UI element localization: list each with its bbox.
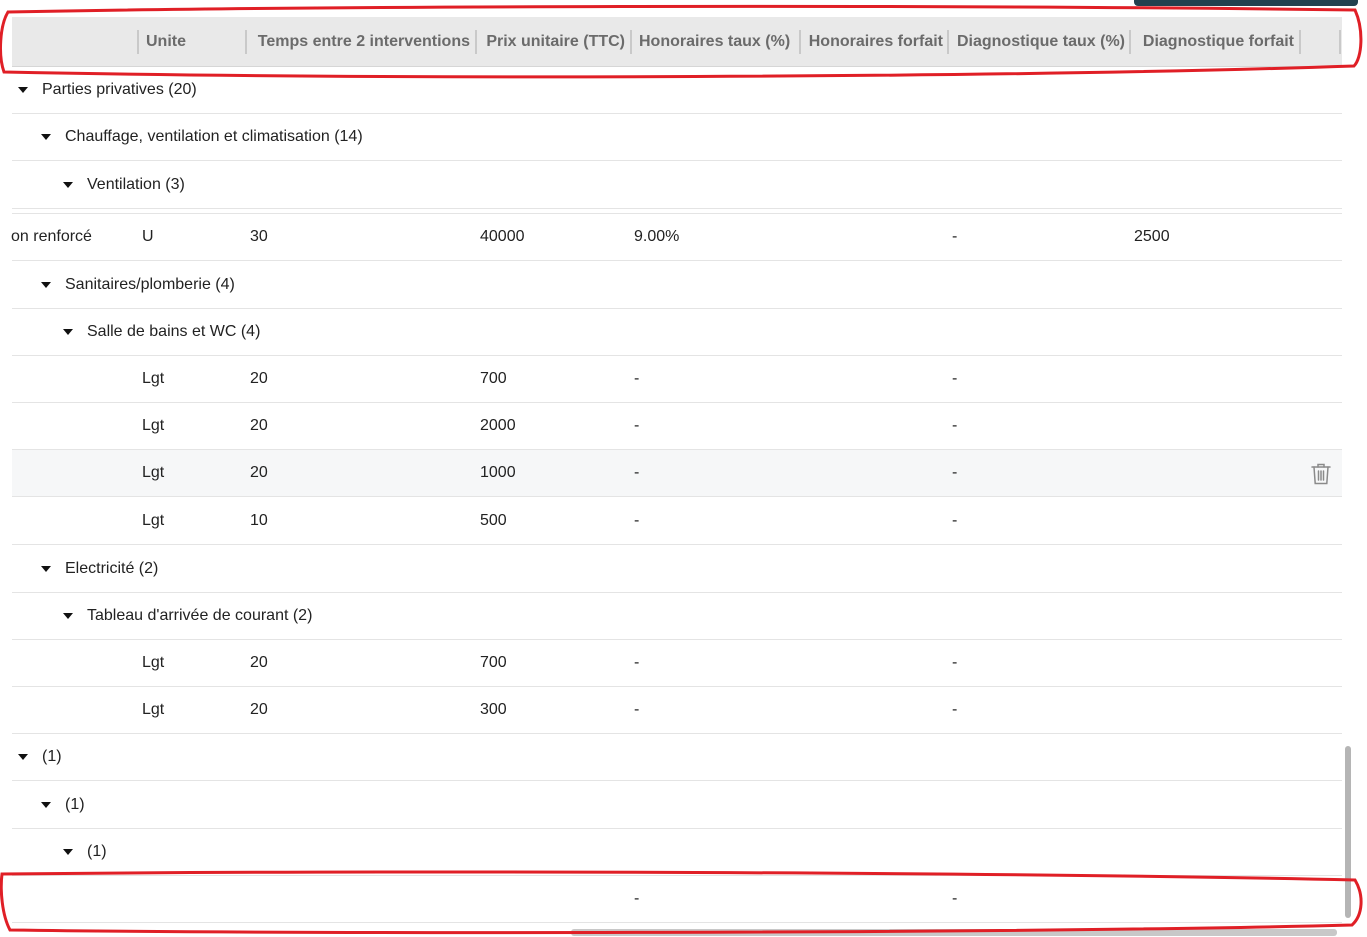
column-resizer[interactable] [137,30,139,54]
cell-unite: Lgt [142,701,165,718]
cell-diagnostique-taux: 2500 [1134,228,1170,245]
cell-honoraires-forfait: - [952,417,958,434]
cell-temps: 10 [250,511,268,529]
cell-prix: 700 [480,370,507,387]
caret-down-icon[interactable] [41,134,51,140]
group-row[interactable]: Sanitaires/plomberie (4) [12,261,1342,309]
header-honoraires-taux[interactable]: Honoraires taux (%) [639,17,799,66]
top-toolbar-edge [1134,0,1358,6]
vertical-scrollbar[interactable] [1345,746,1351,918]
cell-honoraires-taux: - [634,464,640,481]
group-label: Parties privatives (20) [42,81,197,98]
cell-designation: on renforcé [11,228,92,245]
column-resizer[interactable] [947,30,949,54]
group-row[interactable]: Chauffage, ventilation et climatisation … [12,114,1342,161]
table-header: Unite Temps entre 2 interventions Prix u… [12,17,1342,67]
table-row[interactable]: Lgt 20 700 - - [12,356,1342,403]
cell-unite: Lgt [142,417,165,434]
group-row[interactable]: Salle de bains et WC (4) [12,309,1342,356]
table-row[interactable]: - - [12,876,1342,923]
cell-honoraires-forfait: - [952,890,958,907]
group-label: Tableau d'arrivée de courant (2) [87,607,313,624]
caret-down-icon[interactable] [63,181,73,188]
cell-honoraires-taux: - [634,417,640,434]
cell-honoraires-forfait: - [952,464,958,481]
cell-honoraires-forfait: - [952,511,958,529]
cell-honoraires-forfait: - [952,701,958,718]
cell-prix: 700 [480,654,507,671]
table-row[interactable]: Lgt 20 700 - - [12,640,1342,687]
table-row[interactable]: Lgt 20 2000 - - [12,403,1342,450]
group-label: (1) [87,843,107,860]
header-designation[interactable] [12,17,137,66]
cell-unite: Lgt [142,654,165,671]
caret-down-icon[interactable] [41,801,51,808]
column-resizer[interactable] [475,30,477,54]
group-row[interactable]: Electricité (2) [12,545,1342,593]
cell-prix: 40000 [480,228,525,245]
header-diagnostique-taux[interactable]: Diagnostique taux (%) [950,17,1125,66]
cell-prix: 300 [480,701,507,718]
cell-unite: Lgt [142,370,165,387]
cell-honoraires-taux: - [634,890,640,907]
group-row[interactable]: (1) [12,734,1342,781]
cell-honoraires-forfait: - [952,228,958,245]
cell-unite: Lgt [142,511,165,529]
group-row[interactable]: (1) [12,781,1342,829]
group-label: Sanitaires/plomberie (4) [65,275,235,293]
cell-prix: 1000 [480,464,516,481]
cell-honoraires-taux: 9.00% [634,228,680,245]
column-resizer[interactable] [1339,30,1341,54]
cell-honoraires-forfait: - [952,370,958,387]
cell-unite: U [142,228,154,245]
group-label: Electricité (2) [65,559,159,577]
cell-temps: 20 [250,654,268,671]
table-row[interactable]: Lgt 20 300 - - [12,687,1342,734]
cell-honoraires-taux: - [634,654,640,671]
caret-down-icon[interactable] [41,281,51,288]
cell-prix: 500 [480,511,507,529]
cell-temps: 20 [250,417,268,434]
caret-down-icon[interactable] [63,329,73,335]
cell-honoraires-taux: - [634,511,640,529]
table-row[interactable]: Lgt 20 1000 - - [12,450,1342,497]
caret-down-icon[interactable] [63,849,73,855]
column-resizer[interactable] [1129,30,1131,54]
column-resizer[interactable] [245,30,247,54]
group-label: Chauffage, ventilation et climatisation … [65,128,363,145]
column-resizer[interactable] [1299,30,1301,54]
group-label: (1) [42,748,62,765]
group-label: Ventilation (3) [87,175,185,193]
group-row[interactable]: Ventilation (3) [12,161,1342,209]
horizontal-scrollbar[interactable] [571,929,1337,936]
header-prix[interactable]: Prix unitaire (TTC) [478,17,625,66]
cell-temps: 20 [250,464,268,481]
header-honoraires-forfait[interactable]: Honoraires forfait [802,17,943,66]
header-unite[interactable]: Unite [146,17,246,66]
group-row[interactable]: (1) [12,829,1342,876]
group-row[interactable]: Tableau d'arrivée de courant (2) [12,593,1342,640]
cell-unite: Lgt [142,464,165,481]
caret-down-icon[interactable] [41,565,51,572]
cell-temps: 20 [250,701,268,718]
caret-down-icon[interactable] [18,87,28,93]
trash-icon[interactable] [1310,462,1332,486]
column-resizer[interactable] [799,30,801,54]
group-label: Salle de bains et WC (4) [87,323,261,340]
cell-honoraires-taux: - [634,370,640,387]
table-row[interactable]: on renforcé U 30 40000 9.00% - 2500 [11,213,1342,261]
cell-honoraires-taux: - [634,701,640,718]
cell-temps: 30 [250,228,268,245]
column-resizer[interactable] [630,30,632,54]
table-row[interactable]: Lgt 10 500 - - [12,497,1342,545]
cell-honoraires-forfait: - [952,654,958,671]
caret-down-icon[interactable] [63,613,73,619]
group-row[interactable]: Parties privatives (20) [12,67,1342,114]
header-diagnostique-forfait[interactable]: Diagnostique forfait [1132,17,1294,66]
cell-prix: 2000 [480,417,516,434]
header-temps[interactable]: Temps entre 2 interventions [248,17,470,66]
cell-temps: 20 [250,370,268,387]
group-label: (1) [65,795,85,813]
caret-down-icon[interactable] [18,754,28,760]
